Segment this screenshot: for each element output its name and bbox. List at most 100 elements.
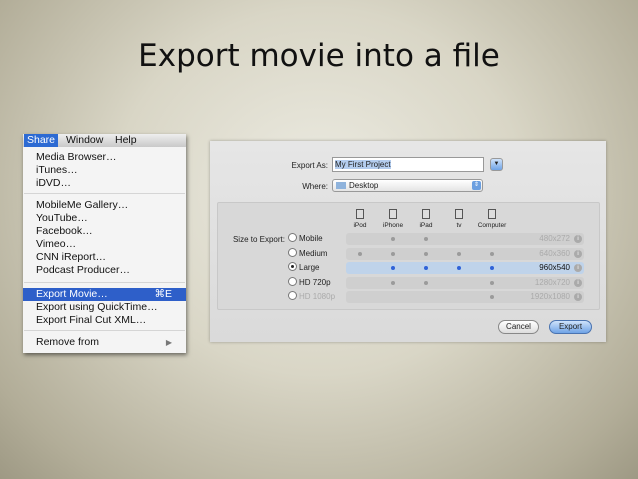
device-label: iPad xyxy=(419,222,433,229)
menu-separator xyxy=(24,193,185,194)
menu-item-media-browser[interactable]: Media Browser… xyxy=(23,151,186,164)
resolution: 1280x720 xyxy=(534,277,570,287)
menu-item-export-fcp-xml[interactable]: Export Final Cut XML… xyxy=(23,314,186,327)
device-ipod: iPod xyxy=(342,209,378,229)
compatibility-dot xyxy=(391,280,395,285)
compatibility-dot xyxy=(391,251,395,256)
device-computer: Computer xyxy=(474,209,510,229)
size-radio-mobile[interactable]: Mobile xyxy=(288,233,323,245)
menu-share[interactable]: Share xyxy=(24,134,59,147)
radio-icon xyxy=(288,262,297,271)
device-computer-icon xyxy=(488,209,496,219)
device-ipod-icon xyxy=(356,209,364,219)
compatibility-dot xyxy=(358,251,362,256)
menu-item-idvd[interactable]: iDVD… xyxy=(23,177,186,190)
menu-window[interactable]: Window xyxy=(63,134,106,147)
size-radio-large[interactable]: Large xyxy=(288,262,319,274)
where-label: Where: xyxy=(302,182,328,191)
menu-item-podcast-producer[interactable]: Podcast Producer… xyxy=(23,264,186,277)
radio-icon xyxy=(288,291,297,300)
menu-help[interactable]: Help xyxy=(112,134,140,147)
menu-bar: Share Window Help xyxy=(23,134,186,147)
device-label: iPhone xyxy=(382,222,404,229)
menu-item-facebook[interactable]: Facebook… xyxy=(23,225,186,238)
size-radio-medium[interactable]: Medium xyxy=(288,247,328,260)
export-as-input[interactable]: My First Project xyxy=(332,157,484,172)
size-radio-hd1080p: HD 1080p xyxy=(288,291,335,303)
compatibility-dot xyxy=(457,266,461,270)
radio-icon xyxy=(288,233,297,242)
cancel-button[interactable]: Cancel xyxy=(498,320,539,334)
menu-separator xyxy=(24,330,185,331)
menu-item-mobileme[interactable]: MobileMe Gallery… xyxy=(23,199,186,212)
compatibility-dot xyxy=(490,280,494,285)
menu-item-vimeo[interactable]: Vimeo… xyxy=(23,238,186,251)
compatibility-dot xyxy=(424,251,428,256)
export-button[interactable]: Export xyxy=(549,320,592,334)
size-row[interactable]: 480x272 i xyxy=(346,233,584,245)
radio-icon xyxy=(288,276,297,286)
size-row[interactable]: 960x540 i xyxy=(346,262,584,274)
device-tv-icon xyxy=(455,209,463,219)
device-iphone-icon xyxy=(389,209,397,219)
size-name: Mobile xyxy=(299,234,323,243)
where-popup[interactable]: Desktop ⇕ xyxy=(332,179,483,192)
radio-icon xyxy=(288,247,297,257)
compatibility-dot xyxy=(490,251,494,256)
expand-dialog-button[interactable]: ▼ xyxy=(490,158,503,171)
resolution: 640x360 xyxy=(539,248,570,258)
menu-item-export-movie[interactable]: Export Movie… ⌘E xyxy=(23,288,186,301)
device-label: tv xyxy=(456,222,462,229)
popup-stepper-icon: ⇕ xyxy=(472,181,481,190)
device-ipad-icon xyxy=(422,209,430,219)
compatibility-dot xyxy=(490,295,494,299)
size-name: Medium xyxy=(299,248,328,258)
share-menu: Share Window Help Media Browser… iTunes…… xyxy=(23,134,186,353)
info-icon[interactable]: i xyxy=(574,278,582,287)
menu-separator xyxy=(24,282,185,283)
compatibility-dot xyxy=(424,237,428,241)
device-label: Computer xyxy=(477,222,507,229)
menu-item-label: Export Movie… xyxy=(36,288,108,300)
size-group: Size to Export: iPod iPhone iPad tv Computer… xyxy=(217,202,600,310)
export-as-value: My First Project xyxy=(335,160,391,169)
menu-item-label: Remove from xyxy=(36,336,100,348)
export-dialog: Export As: My First Project ▼ Where: Des… xyxy=(210,141,606,342)
compatibility-dot xyxy=(424,266,428,270)
info-icon[interactable]: i xyxy=(574,293,582,301)
menu-item-youtube[interactable]: YouTube… xyxy=(23,212,186,225)
device-ipad: iPad xyxy=(408,209,444,229)
resolution: 1920x1080 xyxy=(530,292,570,301)
device-iphone: iPhone xyxy=(375,209,411,229)
compatibility-dot xyxy=(490,266,494,270)
compatibility-dot xyxy=(391,266,395,270)
info-icon[interactable]: i xyxy=(574,264,582,272)
compatibility-dot xyxy=(457,251,461,256)
menu-item-remove-from[interactable]: Remove from ▶ xyxy=(23,336,186,349)
compatibility-dot xyxy=(391,237,395,241)
menu-item-cnn-ireport[interactable]: CNN iReport… xyxy=(23,251,186,264)
resolution: 960x540 xyxy=(539,263,570,272)
compatibility-dot xyxy=(424,280,428,285)
info-icon[interactable]: i xyxy=(574,249,582,258)
menu-item-export-quicktime[interactable]: Export using QuickTime… xyxy=(23,301,186,314)
menu-item-itunes[interactable]: iTunes… xyxy=(23,164,186,177)
device-tv: tv xyxy=(441,209,477,229)
info-icon[interactable]: i xyxy=(574,235,582,243)
size-row[interactable]: 1280x720 i xyxy=(346,276,584,289)
shortcut: ⌘E xyxy=(154,288,172,300)
size-radio-hd720p[interactable]: HD 720p xyxy=(288,276,331,289)
submenu-arrow-icon: ▶ xyxy=(165,338,172,347)
size-name: Large xyxy=(299,263,320,272)
size-row[interactable]: 1920x1080 i xyxy=(346,291,584,303)
slide-title: Export movie into a file xyxy=(138,38,500,74)
size-name: HD 1080p xyxy=(299,292,336,301)
export-as-label: Export As: xyxy=(291,161,328,170)
size-row[interactable]: 640x360 i xyxy=(346,247,584,260)
size-name: HD 720p xyxy=(299,277,331,287)
where-value: Desktop xyxy=(349,181,379,190)
device-label: iPod xyxy=(353,222,367,229)
size-label: Size to Export: xyxy=(232,235,285,244)
folder-icon xyxy=(336,182,346,189)
resolution: 480x272 xyxy=(539,234,570,243)
